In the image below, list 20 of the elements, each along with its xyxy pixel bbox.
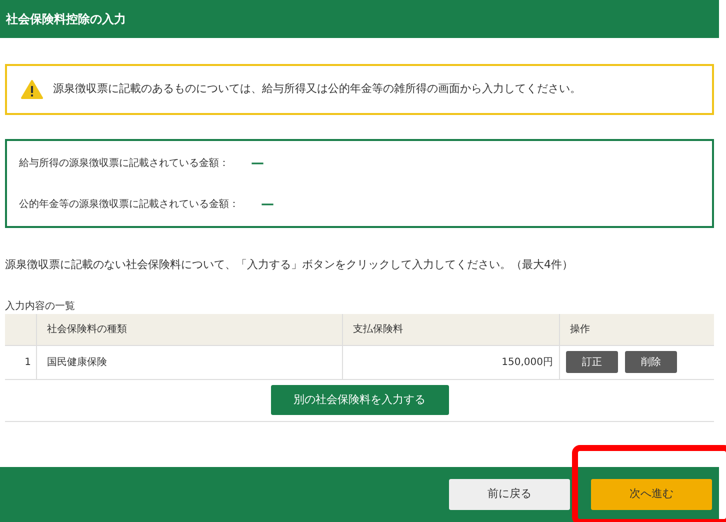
amount-value: — [251, 156, 264, 170]
amount-label: 公的年金等の源泉徴収票に記載されている金額： [19, 198, 239, 212]
amount-label: 給与所得の源泉徴収票に記載されている金額： [19, 156, 229, 170]
page-title: 社会保険料控除の入力 [6, 11, 126, 28]
edit-button[interactable]: 訂正 [566, 351, 618, 373]
add-insurance-button[interactable]: 別の社会保険料を入力する [270, 385, 448, 415]
insurance-amount: 150,000円 [502, 356, 553, 370]
column-header: 社会保険料の種類 [47, 322, 127, 336]
warning-text: 源泉徴収票に記載のあるものについては、給与所得又は公的年金等の雑所得の画面から入力してください。 [53, 81, 581, 98]
back-button[interactable]: 前に戻る [449, 479, 570, 510]
instruction-text: 源泉徴収票に記載のない社会保険料について、「入力する」ボタンをクリックして入力してください。（最大4件） [4, 257, 574, 273]
delete-button[interactable]: 削除 [625, 351, 677, 373]
column-header: 支払保険料 [353, 322, 403, 336]
next-button[interactable]: 次へ進む [591, 479, 712, 510]
insurance-type: 国民健康保険 [47, 356, 107, 370]
amount-value: — [261, 198, 274, 210]
row-number: 1 [24, 356, 31, 370]
table-caption: 入力内容の一覧 [4, 300, 76, 314]
warning-icon [21, 80, 43, 99]
column-header: 操作 [570, 322, 590, 336]
